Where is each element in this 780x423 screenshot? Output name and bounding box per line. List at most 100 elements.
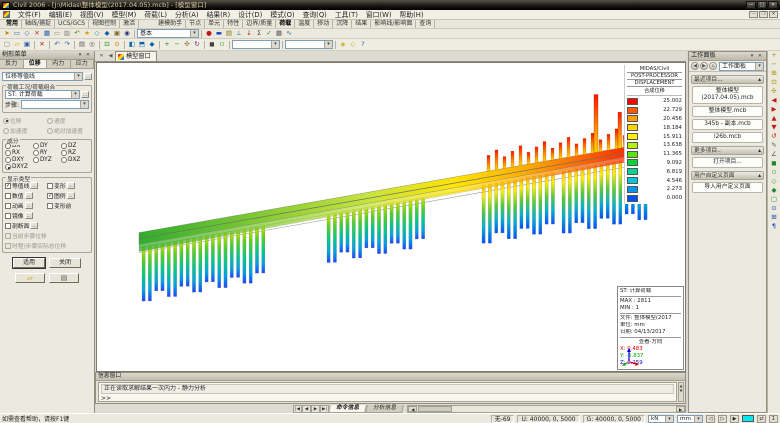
collapse-icon[interactable]: ▴ (758, 172, 761, 179)
collapse-icon[interactable]: ▴ (758, 76, 761, 83)
radio-加速度[interactable]: 加速度 (3, 126, 47, 135)
zoom-window-icon[interactable]: ⊞ (769, 69, 779, 78)
unit-play-icon[interactable]: ▶ (730, 415, 739, 423)
project-item[interactable]: 打开项目... (692, 157, 763, 168)
section-header[interactable]: 最近项目...▴ (691, 75, 764, 84)
close-button[interactable]: 关闭 (49, 258, 81, 268)
display-more-button[interactable]: … (30, 222, 38, 229)
ribbon-tab-单元[interactable]: 单元 (205, 20, 224, 28)
hscroll-thumb[interactable] (418, 406, 452, 412)
hidden-view-icon[interactable]: ◼ (207, 40, 217, 49)
apply-button[interactable]: 适用 (13, 258, 45, 268)
component-radio-DXYZ[interactable]: DXYZ (5, 164, 33, 170)
node-number-icon[interactable]: ⊙ (769, 204, 779, 213)
node-snap-icon[interactable]: ● (204, 29, 214, 38)
property-icon[interactable]: ▤ (224, 29, 234, 38)
tab-close-icon[interactable]: ✕ (97, 52, 106, 61)
select-recent-icon[interactable]: ★ (82, 29, 92, 38)
project-item[interactable]: 整体模型.mcb (692, 106, 763, 117)
load-case-combo[interactable]: ST: 计算荷载 (5, 90, 80, 99)
project-item[interactable]: l26b.mcb (692, 132, 763, 143)
hidden-view-icon[interactable]: ◼ (769, 159, 779, 168)
minimize-button[interactable]: — (746, 1, 756, 9)
display-option-变形[interactable]: 变形… (47, 181, 89, 190)
force-unit-combo[interactable]: kN (648, 415, 674, 423)
component-radio-RX[interactable]: RX (5, 150, 33, 156)
nav-home-icon[interactable]: ⌂ (709, 62, 717, 70)
zoom-in-icon[interactable]: + (162, 40, 172, 49)
ribbon-tab-建模助手[interactable]: 建模助手 (155, 20, 186, 28)
contour-more-button[interactable]: … (84, 73, 92, 80)
save-icon[interactable]: ▣ (22, 40, 32, 49)
ribbon-tab-影响线/影响面[interactable]: 影响线/影响面 (371, 20, 416, 28)
display-option-数值[interactable]: 数值… (5, 191, 47, 200)
display-more-button[interactable]: … (25, 202, 33, 209)
pin-icon[interactable]: ▾ (748, 52, 756, 60)
unselect-window-icon[interactable]: ▭ (52, 29, 62, 38)
result-contour-combo[interactable]: 位移等值线 (2, 72, 83, 81)
display-more-button[interactable]: … (67, 192, 75, 199)
view-top-icon[interactable]: ⬒ (137, 40, 147, 49)
zoom-in-icon[interactable]: + (769, 51, 779, 60)
rotate-icon[interactable]: ↻ (192, 40, 202, 49)
display-more-button[interactable]: … (25, 192, 33, 199)
pen-icon[interactable]: ✎ (769, 141, 779, 150)
tab-first-icon[interactable]: |◀ (293, 405, 302, 413)
message-hscrollbar[interactable]: ◀ ▶ (407, 405, 686, 413)
section-header[interactable]: 用户自定义页面▴ (691, 171, 764, 180)
maximize-button[interactable]: □ (757, 1, 767, 9)
radio-速度[interactable]: 速度 (47, 116, 91, 125)
ribbon-tab-节点[interactable]: 节点 (186, 20, 205, 28)
perspective-icon[interactable]: ◇ (769, 177, 779, 186)
open-folder-icon[interactable]: ▱ (15, 273, 45, 283)
project-item[interactable]: 导入用户定义页面 (692, 182, 763, 193)
view-up-icon[interactable]: ▲ (769, 114, 779, 123)
select-intersect-icon[interactable]: ✕ (32, 29, 42, 38)
display-option-变形前[interactable]: 变形前 (47, 201, 89, 210)
load-arrow-icon[interactable]: ↓ (244, 29, 254, 38)
result-tab-位移[interactable]: 位移 (24, 60, 48, 68)
ribbon-tab-轴线/捕捉[interactable]: 轴线/捕捉 (22, 20, 55, 28)
radio-绝对加速度[interactable]: 绝对加速度 (47, 126, 91, 135)
view-down-icon[interactable]: ▼ (769, 123, 779, 132)
component-radio-DXY[interactable]: DXY (5, 157, 33, 163)
ribbon-tab-查询[interactable]: 查询 (416, 20, 435, 28)
menu-item-11[interactable]: 窗口(W) (362, 10, 396, 20)
group-icon[interactable]: ▣ (112, 29, 122, 38)
ribbon-tab-结果[interactable]: 结果 (352, 20, 371, 28)
panel-close-icon[interactable]: ✕ (84, 51, 92, 59)
load-case-more-button[interactable]: … (81, 91, 89, 98)
menu-item-9[interactable]: 查询(Q) (299, 10, 331, 20)
zoom-out-icon[interactable]: − (769, 60, 779, 69)
select-identity-icon[interactable]: ⊙ (112, 40, 122, 49)
project-item[interactable]: 345b - 副本.mcb (692, 119, 763, 130)
zoom-step-icon[interactable]: 1 (769, 415, 778, 423)
check-icon[interactable]: ✓ (264, 29, 274, 38)
message-tab-命令信息[interactable]: 命令信息 (328, 405, 367, 413)
zoom-out-icon[interactable]: − (172, 40, 182, 49)
hscroll-left-icon[interactable]: ◀ (408, 406, 417, 412)
named-view-combo[interactable] (285, 40, 333, 49)
display-more-button[interactable]: … (25, 212, 33, 219)
menu-item-3[interactable]: 模型(M) (108, 10, 141, 20)
nav-back-icon[interactable]: ◀ (691, 62, 699, 70)
select-volume-icon[interactable]: ◆ (102, 29, 112, 38)
open-file-icon[interactable]: ▱ (12, 40, 22, 49)
select-all-icon[interactable]: ▦ (42, 29, 52, 38)
ribbon-tab-边界/质量[interactable]: 边界/质量 (243, 20, 276, 28)
unlock-icon[interactable]: ◇ (348, 40, 358, 49)
new-file-icon[interactable]: ▢ (2, 40, 12, 49)
redo-icon[interactable]: ↷ (62, 40, 72, 49)
zoom-fit-icon[interactable]: ⊡ (102, 40, 112, 49)
color-swatch[interactable] (742, 415, 754, 422)
menu-item-12[interactable]: 帮助(H) (396, 10, 428, 20)
display-more-button[interactable]: … (67, 182, 75, 189)
display-option-剖断面[interactable]: 剖断面… (5, 221, 47, 230)
message-window-body[interactable]: 正在读取求解结果一次内力 - 静力分析 >> (98, 382, 677, 402)
shrink-element-icon[interactable]: ▫ (769, 168, 779, 177)
wave-icon[interactable]: ∿ (284, 29, 294, 38)
print-preview-icon[interactable]: ◎ (87, 40, 97, 49)
component-radio-DY[interactable]: DY (33, 143, 61, 149)
mdi-close-button[interactable]: ✕ (769, 11, 778, 18)
result-tab-应力[interactable]: 应力 (71, 60, 95, 68)
